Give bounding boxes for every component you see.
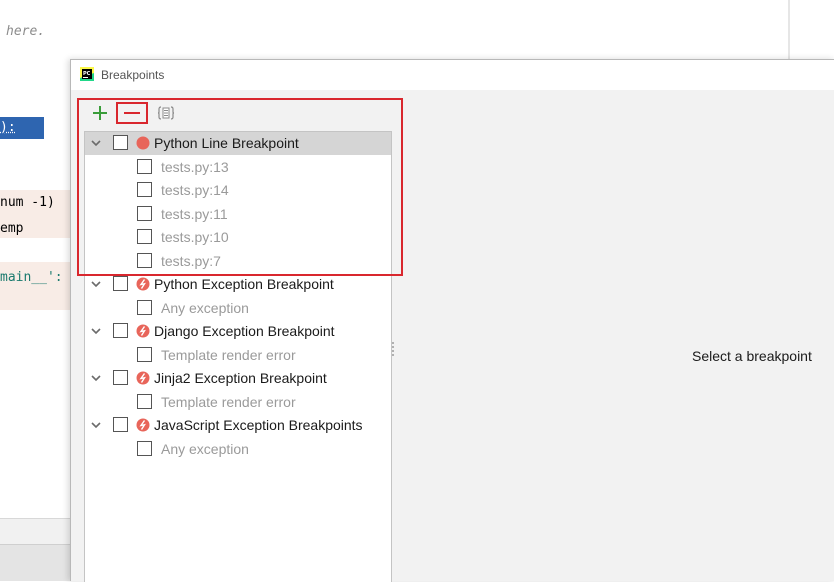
breakpoint-label: tests.py:11	[161, 205, 228, 222]
breakpoint-checkbox[interactable]	[137, 205, 152, 221]
exception-breakpoint-icon	[136, 277, 150, 291]
remove-breakpoint-button[interactable]	[121, 102, 143, 124]
dialog-title: Breakpoints	[101, 68, 165, 82]
add-breakpoint-button[interactable]	[89, 102, 111, 124]
breakpoint-checkbox[interactable]	[137, 440, 152, 456]
group-label: Jinja2 Exception Breakpoint	[154, 370, 327, 386]
breakpoint-item-row[interactable]: Template render error	[85, 344, 391, 367]
group-label: Python Line Breakpoint	[154, 135, 299, 151]
breakpoint-label: Any exception	[161, 440, 249, 457]
breakpoint-item-row[interactable]: Any exception	[85, 438, 391, 461]
group-checkbox[interactable]	[113, 135, 128, 150]
pycharm-app-icon: PC	[80, 67, 94, 81]
selected-code: ):	[0, 120, 16, 135]
breakpoint-group-row[interactable]: Jinja2 Exception Breakpoint	[85, 367, 391, 390]
code-line: main__':	[0, 270, 63, 285]
breakpoint-checkbox[interactable]	[137, 158, 152, 174]
breakpoint-item-row[interactable]: tests.py:14	[85, 179, 391, 202]
breakpoint-group-row[interactable]: Django Exception Breakpoint	[85, 320, 391, 343]
editor-status-strip	[0, 518, 70, 545]
group-checkbox[interactable]	[113, 417, 128, 432]
group-by-file-button[interactable]	[155, 102, 177, 124]
chevron-down-icon[interactable]	[90, 325, 102, 337]
breakpoint-item-row[interactable]: tests.py:13	[85, 156, 391, 179]
code-line: emp	[0, 221, 24, 236]
editor-margin-line	[788, 0, 790, 60]
breakpoints-dialog: PC Breakpoints Python Line Breakpoint tes…	[70, 59, 834, 582]
line-breakpoint-icon	[136, 136, 150, 150]
group-label: Python Exception Breakpoint	[154, 276, 334, 292]
breakpoint-item-row[interactable]: tests.py:10	[85, 226, 391, 249]
chevron-down-icon[interactable]	[90, 419, 102, 431]
breakpoint-label: tests.py:7	[161, 252, 221, 269]
dialog-titlebar[interactable]: PC Breakpoints	[71, 60, 834, 90]
breakpoint-checkbox[interactable]	[137, 393, 152, 409]
breakpoint-item-row[interactable]: Any exception	[85, 297, 391, 320]
panel-splitter-handle[interactable]	[391, 340, 395, 358]
breakpoint-label: tests.py:10	[161, 229, 229, 245]
exception-breakpoint-icon	[136, 324, 150, 338]
breakpoint-label: tests.py:13	[161, 158, 229, 175]
minus-icon	[124, 112, 140, 114]
group-checkbox[interactable]	[113, 370, 128, 385]
group-label: Django Exception Breakpoint	[154, 323, 335, 339]
chevron-down-icon[interactable]	[90, 137, 102, 149]
breakpoint-checkbox[interactable]	[137, 252, 152, 268]
code-line: num -1)	[0, 195, 55, 210]
breakpoint-item-row[interactable]: Template render error	[85, 391, 391, 414]
breakpoint-checkbox[interactable]	[137, 299, 152, 315]
breakpoint-group-row[interactable]: Python Line Breakpoint	[85, 132, 391, 155]
breakpoint-group-row[interactable]: JavaScript Exception Breakpoints	[85, 414, 391, 437]
breakpoint-label: Template render error	[161, 393, 296, 410]
chevron-down-icon[interactable]	[90, 372, 102, 384]
breakpoint-checkbox[interactable]	[137, 229, 152, 244]
breakpoint-item-row[interactable]: tests.py:7	[85, 250, 391, 273]
breakpoint-group-row[interactable]: Python Exception Breakpoint	[85, 273, 391, 296]
group-label: JavaScript Exception Breakpoints	[154, 417, 363, 433]
breakpoint-item-row[interactable]: tests.py:11	[85, 203, 391, 226]
breakpoint-label: Any exception	[161, 299, 249, 316]
detail-placeholder: Select a breakpoint	[692, 348, 812, 364]
plus-icon	[93, 106, 107, 120]
breakpoint-checkbox[interactable]	[137, 346, 152, 362]
code-comment: here.	[6, 24, 46, 39]
breakpoints-tree[interactable]: Python Line Breakpoint tests.py:13 tests.p…	[84, 131, 392, 582]
breakpoint-checkbox[interactable]	[137, 182, 152, 197]
group-icon	[157, 106, 175, 120]
breakpoint-label: Template render error	[161, 346, 296, 363]
chevron-down-icon[interactable]	[90, 278, 102, 290]
group-checkbox[interactable]	[113, 276, 128, 291]
group-checkbox[interactable]	[113, 323, 128, 338]
svg-text:PC: PC	[83, 71, 91, 77]
exception-breakpoint-icon	[136, 418, 150, 432]
breakpoint-label: tests.py:14	[161, 182, 229, 198]
exception-breakpoint-icon	[136, 371, 150, 385]
editor-tool-strip	[0, 544, 70, 581]
